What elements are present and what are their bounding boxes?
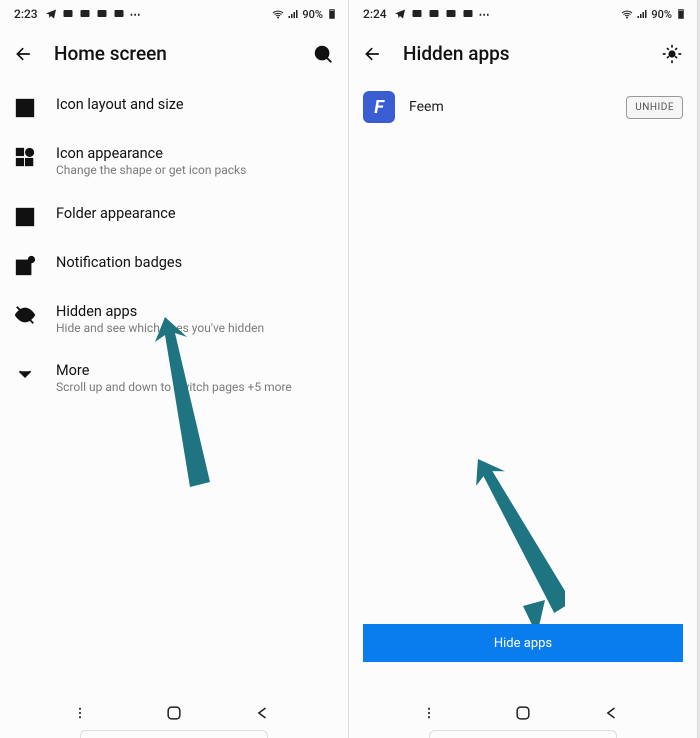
home-button[interactable]: [163, 702, 185, 724]
notif-icon: [113, 8, 125, 20]
row-notification-badges[interactable]: Notification badges: [0, 241, 348, 290]
annotation-arrow-icon: [475, 440, 565, 644]
wifi-icon: [621, 8, 633, 20]
recents-button[interactable]: [423, 702, 445, 724]
folder-layout-icon: [14, 206, 36, 228]
row-title: More: [56, 362, 292, 379]
row-title: Icon layout and size: [56, 96, 184, 113]
header: Home screen: [0, 26, 348, 79]
back-button[interactable]: [14, 44, 34, 64]
app-name: Feem: [409, 99, 612, 115]
row-title: Folder appearance: [56, 205, 176, 222]
app-icon-feem: F: [363, 91, 395, 123]
settings-list: Icon layout and size Icon appearance Cha…: [0, 79, 348, 413]
recents-button[interactable]: [74, 702, 96, 724]
unhide-button[interactable]: UNHIDE: [626, 96, 683, 119]
eye-off-icon: [14, 304, 36, 326]
badge-icon: [14, 255, 36, 277]
header: Hidden apps: [349, 26, 697, 79]
battery-percent: 90%: [651, 8, 672, 21]
notif-icon: [62, 8, 74, 20]
phone-home-screen-settings: 2:23 ⋯ 90% Home screen Icon la: [0, 0, 349, 738]
status-bar: 2:24 ⋯ 90%: [349, 0, 697, 26]
telegram-icon: [45, 8, 57, 20]
battery-percent: 90%: [302, 8, 323, 21]
more-notif-icon: ⋯: [479, 8, 491, 21]
nav-back-button[interactable]: [252, 702, 274, 724]
battery-icon: [675, 8, 687, 20]
grid-icon: [14, 97, 36, 119]
signal-icon: [636, 8, 648, 20]
row-subtitle: Change the shape or get icon packs: [56, 163, 246, 179]
navigation-bar: [349, 688, 697, 738]
hide-apps-button[interactable]: Hide apps: [363, 624, 683, 662]
hide-apps-label: Hide apps: [494, 636, 552, 651]
notif-icon: [445, 8, 457, 20]
row-title: Notification badges: [56, 254, 182, 271]
row-title: Icon appearance: [56, 145, 246, 162]
shapes-icon: [14, 146, 36, 168]
search-icon[interactable]: [312, 43, 334, 65]
home-button[interactable]: [512, 702, 534, 724]
signal-icon: [287, 8, 299, 20]
battery-icon: [326, 8, 338, 20]
gear-icon[interactable]: [661, 43, 683, 65]
notif-icon: [79, 8, 91, 20]
row-more[interactable]: More Scroll up and down to switch pages …: [0, 349, 348, 409]
phone-hidden-apps: 2:24 ⋯ 90% Hidden apps F Feem UNHIDE: [349, 0, 698, 738]
page-title: Hidden apps: [403, 42, 641, 65]
status-bar: 2:23 ⋯ 90%: [0, 0, 348, 26]
row-hidden-apps[interactable]: Hidden apps Hide and see which ones you'…: [0, 290, 348, 350]
status-time: 2:23: [14, 7, 38, 21]
row-folder-appearance[interactable]: Folder appearance: [0, 192, 348, 241]
hidden-app-row: F Feem UNHIDE: [349, 79, 697, 135]
row-icon-layout[interactable]: Icon layout and size: [0, 83, 348, 132]
telegram-icon: [394, 8, 406, 20]
notif-icon: [462, 8, 474, 20]
chevron-down-icon: [14, 363, 36, 385]
row-title: Hidden apps: [56, 303, 264, 320]
row-subtitle: Hide and see which ones you've hidden: [56, 321, 264, 337]
wifi-icon: [272, 8, 284, 20]
back-button[interactable]: [363, 44, 383, 64]
navigation-bar: [0, 688, 348, 738]
page-title: Home screen: [54, 42, 292, 65]
notif-icon: [428, 8, 440, 20]
nav-back-button[interactable]: [601, 702, 623, 724]
status-time: 2:24: [363, 7, 387, 21]
notif-icon: [411, 8, 423, 20]
more-notif-icon: ⋯: [130, 8, 142, 21]
notif-icon: [96, 8, 108, 20]
row-icon-appearance[interactable]: Icon appearance Change the shape or get …: [0, 132, 348, 192]
row-subtitle: Scroll up and down to switch pages +5 mo…: [56, 380, 292, 396]
